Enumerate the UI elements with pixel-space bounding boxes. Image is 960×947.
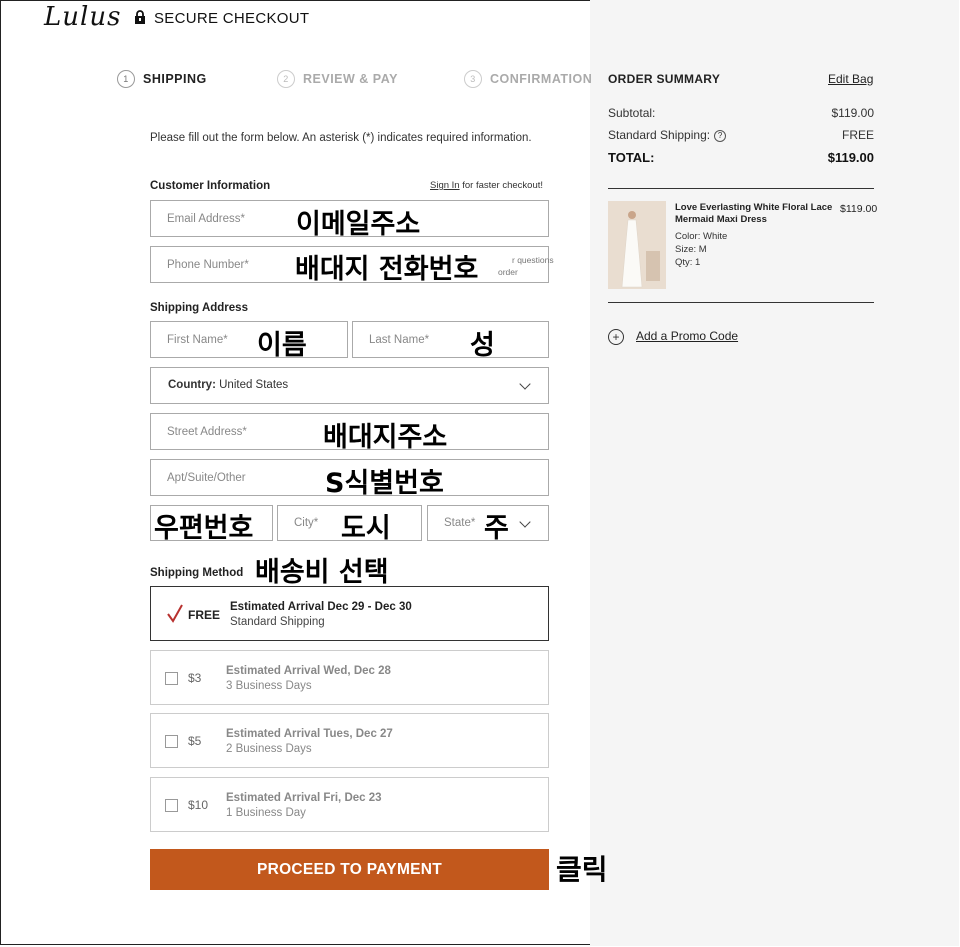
help-icon[interactable]: ? bbox=[714, 129, 727, 142]
shipping-price: $5 bbox=[188, 734, 202, 748]
city-field[interactable]: City* 도시 bbox=[277, 505, 422, 544]
country-value: United States bbox=[219, 379, 289, 391]
shipping-price: $3 bbox=[188, 671, 202, 685]
apt-annotation: S식별번호 bbox=[325, 468, 444, 499]
phone-annotation: 배대지 전화번호 bbox=[295, 254, 479, 285]
subtotal-row: Subtotal: $119.00 bbox=[608, 106, 874, 120]
state-annotation: 주 bbox=[484, 513, 509, 544]
last-name-placeholder: Last Name* bbox=[369, 333, 430, 346]
first-name-field[interactable]: First Name* 이름 bbox=[150, 321, 348, 361]
signin-link[interactable]: Sign In bbox=[430, 180, 460, 191]
step-number: 2 bbox=[277, 70, 295, 88]
chevron-down-icon bbox=[519, 378, 531, 390]
state-placeholder: State* bbox=[444, 517, 476, 529]
shipping-price: FREE bbox=[188, 608, 221, 622]
step-number: 1 bbox=[117, 70, 135, 88]
shipping-arrival: Estimated Arrival Tues, Dec 27 bbox=[226, 728, 393, 740]
form-intro: Please fill out the form below. An aster… bbox=[150, 132, 532, 144]
state-select[interactable]: State* 주 bbox=[427, 505, 549, 544]
street-annotation: 배대지주소 bbox=[323, 422, 448, 453]
apt-suite-field[interactable]: Apt/Suite/Other S식별번호 bbox=[150, 459, 549, 499]
last-name-annotation: 성 bbox=[470, 330, 495, 361]
product-price: $119.00 bbox=[840, 203, 878, 215]
phone-hint-line: r questions bbox=[512, 255, 554, 265]
total-value: $119.00 bbox=[827, 150, 874, 165]
country-display: Country: United States bbox=[168, 379, 288, 391]
subtotal-label: Subtotal: bbox=[608, 106, 656, 120]
chevron-down-icon bbox=[519, 516, 531, 528]
street-placeholder: Street Address* bbox=[167, 425, 247, 438]
shipping-detail: Standard Shipping bbox=[230, 616, 325, 628]
shipping-option-3[interactable]: $3 Estimated Arrival Wed, Dec 28 3 Busin… bbox=[150, 650, 549, 705]
dress-figure-icon bbox=[608, 201, 666, 289]
shipping-address-title: Shipping Address bbox=[150, 302, 248, 314]
zip-annotation: 우편번호 bbox=[154, 513, 254, 544]
customer-info-title: Customer Information bbox=[150, 180, 271, 192]
checkbox[interactable] bbox=[165, 672, 178, 685]
shipping-method-title: Shipping Method bbox=[150, 567, 244, 579]
city-placeholder: City* bbox=[294, 517, 319, 529]
edit-bag-link[interactable]: Edit Bag bbox=[828, 72, 873, 86]
total-row: TOTAL: $119.00 bbox=[608, 150, 874, 165]
secure-checkout-title: SECURE CHECKOUT bbox=[154, 10, 310, 27]
shipping-option-5[interactable]: $5 Estimated Arrival Tues, Dec 27 2 Busi… bbox=[150, 713, 549, 768]
product-image[interactable] bbox=[608, 201, 666, 289]
product-name[interactable]: Love Everlasting White Floral Lace Merma… bbox=[675, 202, 835, 226]
step-number: 3 bbox=[464, 70, 482, 88]
lulus-logo[interactable]: Lulus bbox=[44, 2, 121, 32]
click-annotation: 클릭 bbox=[556, 853, 608, 886]
divider bbox=[608, 188, 874, 189]
step-confirmation: 3 CONFIRMATION bbox=[464, 70, 592, 88]
shipping-row: Standard Shipping:? FREE bbox=[608, 128, 874, 142]
checkbox[interactable] bbox=[165, 799, 178, 812]
email-field[interactable]: Email Address* 이메일주소 bbox=[150, 200, 549, 240]
apt-placeholder: Apt/Suite/Other bbox=[167, 471, 246, 484]
shipping-option-free[interactable]: FREE Estimated Arrival Dec 29 - Dec 30 S… bbox=[150, 586, 549, 641]
shipping-detail: 3 Business Days bbox=[226, 680, 312, 692]
proceed-to-payment-button[interactable]: PROCEED TO PAYMENT bbox=[150, 849, 549, 890]
divider bbox=[608, 302, 874, 303]
phone-hint: r questions order bbox=[484, 254, 554, 278]
step-shipping: 1 SHIPPING bbox=[117, 70, 207, 88]
first-name-placeholder: First Name* bbox=[167, 333, 228, 346]
email-annotation: 이메일주소 bbox=[296, 209, 421, 240]
shipping-label: Standard Shipping: bbox=[608, 128, 711, 142]
first-name-annotation: 이름 bbox=[257, 330, 307, 361]
signin-suffix: for faster checkout! bbox=[459, 180, 544, 191]
shipping-detail: 1 Business Day bbox=[226, 807, 306, 819]
add-promo-code-link[interactable]: Add a Promo Code bbox=[636, 329, 738, 343]
step-review-pay: 2 REVIEW & PAY bbox=[277, 70, 398, 88]
step-label: REVIEW & PAY bbox=[303, 72, 398, 86]
signin-note: Sign In for faster checkout! bbox=[430, 180, 543, 191]
product-qty: Qty: 1 bbox=[675, 257, 701, 268]
checkbox[interactable] bbox=[165, 735, 178, 748]
shipping-arrival: Estimated Arrival Wed, Dec 28 bbox=[226, 665, 391, 677]
plus-circle-icon[interactable]: + bbox=[608, 329, 624, 345]
subtotal-value: $119.00 bbox=[831, 106, 875, 120]
shipping-arrival: Estimated Arrival Fri, Dec 23 bbox=[226, 792, 382, 804]
shipping-value: FREE bbox=[841, 128, 874, 142]
product-size: Size: M bbox=[675, 244, 707, 255]
checkmark-icon bbox=[167, 604, 183, 623]
country-select[interactable]: Country: United States bbox=[150, 367, 549, 404]
phone-hint-line: order bbox=[498, 267, 518, 277]
shipping-price: $10 bbox=[188, 798, 209, 812]
country-label: Country: bbox=[168, 379, 216, 391]
total-label: TOTAL: bbox=[608, 150, 655, 165]
order-summary-title: ORDER SUMMARY bbox=[608, 72, 721, 86]
street-address-field[interactable]: Street Address* 배대지주소 bbox=[150, 413, 549, 453]
phone-placeholder: Phone Number* bbox=[167, 258, 249, 271]
shipping-arrival: Estimated Arrival Dec 29 - Dec 30 bbox=[230, 601, 412, 613]
zip-code-field[interactable]: 우편번호 bbox=[150, 505, 273, 544]
shipping-method-annotation: 배송비 선택 bbox=[255, 557, 389, 588]
step-label: CONFIRMATION bbox=[490, 72, 593, 86]
product-color: Color: White bbox=[675, 231, 728, 242]
shipping-detail: 2 Business Days bbox=[226, 743, 312, 755]
last-name-field[interactable]: Last Name* 성 bbox=[352, 321, 549, 361]
lock-icon bbox=[135, 10, 145, 24]
email-placeholder: Email Address* bbox=[167, 212, 245, 225]
shipping-option-10[interactable]: $10 Estimated Arrival Fri, Dec 23 1 Busi… bbox=[150, 777, 549, 832]
step-label: SHIPPING bbox=[143, 72, 207, 86]
city-annotation: 도시 bbox=[341, 513, 391, 544]
